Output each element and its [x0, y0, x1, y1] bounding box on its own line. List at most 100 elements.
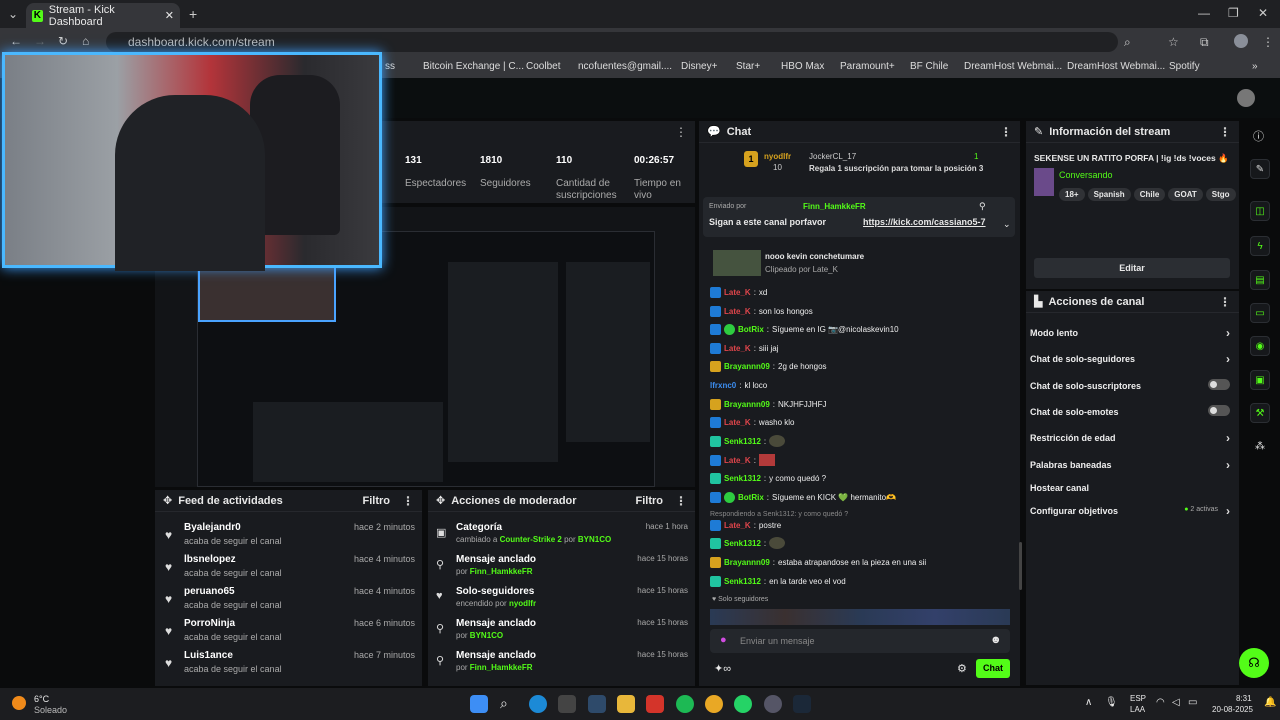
weather-temp[interactable]: 6°C: [34, 694, 49, 704]
clip-title[interactable]: nooo kevin conchetumare: [765, 252, 864, 261]
chrome-icon[interactable]: [705, 695, 723, 713]
steam-icon[interactable]: [793, 695, 811, 713]
user-avatar[interactable]: [1237, 89, 1255, 107]
subscribers-only-row[interactable]: Chat de solo-suscriptores: [1030, 379, 1230, 391]
forward-icon[interactable]: →: [34, 34, 46, 48]
chat-message[interactable]: Senk1312: y como quedó ?: [710, 471, 826, 485]
pin-icon[interactable]: ⚲: [979, 201, 986, 212]
chat-message[interactable]: Senk1312: en la tarde veo el vod: [710, 574, 846, 588]
chat-menu-icon[interactable]: ⋮: [1000, 125, 1012, 139]
chat-message[interactable]: BotRix: Sígueme en KICK 💚 hermanito🫶: [710, 490, 896, 504]
window-close-icon[interactable]: ✕: [1258, 6, 1268, 20]
mod-filter-button[interactable]: Filtro: [636, 495, 664, 507]
age-restriction-row[interactable]: Restricción de edad ›: [1030, 431, 1230, 445]
reload-icon[interactable]: ↻: [58, 34, 68, 48]
chat-icon[interactable]: ▭: [1250, 303, 1270, 323]
star-icon[interactable]: ☆: [1168, 35, 1179, 49]
chat-message[interactable]: Late_K: son los hongos: [710, 304, 813, 318]
office-icon[interactable]: [646, 695, 664, 713]
host-channel-row[interactable]: Hostear canal: [1030, 483, 1230, 493]
clock-time[interactable]: 8:31: [1236, 694, 1252, 703]
menu-icon[interactable]: ⋮: [1262, 35, 1274, 49]
minimize-icon[interactable]: —: [1198, 6, 1210, 20]
more-icon[interactable]: ⁂: [1255, 441, 1265, 452]
wifi-icon[interactable]: ◠: [1156, 697, 1165, 708]
home-icon[interactable]: ⌂: [82, 34, 89, 48]
bookmark-item[interactable]: DreamHost Webmai...: [1067, 61, 1165, 72]
edit-icon[interactable]: ✎: [1250, 159, 1270, 179]
tab-list-icon[interactable]: ⌄: [8, 7, 18, 21]
emotes-only-row[interactable]: Chat de solo-emotes: [1030, 405, 1230, 417]
feed-filter-button[interactable]: Filtro: [363, 495, 391, 507]
profile-avatar[interactable]: [1234, 34, 1248, 48]
bookmark-item[interactable]: Disney+: [681, 61, 717, 72]
emoji-icon[interactable]: ☻: [990, 634, 1002, 646]
chat-message[interactable]: Late_K: xd: [710, 285, 767, 299]
help-icon[interactable]: ☊: [1239, 648, 1269, 678]
start-icon[interactable]: [470, 695, 488, 713]
channel-menu-icon[interactable]: ⋮: [1219, 295, 1231, 309]
browser-tab[interactable]: K Stream - Kick Dashboard ✕: [26, 3, 180, 28]
infinity-icon[interactable]: ✦∞: [714, 662, 731, 675]
bookmark-item[interactable]: ss: [385, 61, 395, 72]
gift-cta[interactable]: Regala 1 suscripción para tomar la posic…: [809, 164, 983, 173]
subscribers-only-toggle[interactable]: [1208, 379, 1230, 390]
chat-input[interactable]: ● Enviar un mensaje ☻: [710, 629, 1010, 653]
more-bookmarks-icon[interactable]: »: [1252, 61, 1258, 72]
chat-message[interactable]: lfrxnc0: kl loco: [710, 378, 767, 392]
volume-icon[interactable]: ◁: [1172, 697, 1180, 708]
bookmark-item[interactable]: HBO Max: [781, 61, 824, 72]
info-icon[interactable]: ⓘ: [1253, 128, 1264, 144]
chat-message[interactable]: Brayannn09: estaba atrapandose en la piez…: [710, 555, 926, 569]
url-bar[interactable]: dashboard.kick.com/stream: [106, 32, 1118, 52]
close-tab-icon[interactable]: ✕: [165, 9, 174, 22]
chat-scrollbar[interactable]: [1019, 542, 1022, 590]
lightning-icon[interactable]: ϟ: [1250, 236, 1270, 256]
wrench-icon[interactable]: ⚒: [1250, 403, 1270, 423]
bookmark-item[interactable]: DreamHost Webmai...: [964, 61, 1062, 72]
camera-icon[interactable]: ◫: [1250, 201, 1270, 221]
chat-message[interactable]: Late_K: siii jaj: [710, 341, 778, 355]
bookmark-item[interactable]: ncofuentes@gmail....: [578, 61, 672, 72]
folder-icon[interactable]: [617, 695, 635, 713]
pinned-link[interactable]: https://kick.com/cassiano5-7: [863, 217, 986, 227]
category-name[interactable]: Conversando: [1059, 170, 1113, 180]
chat-message[interactable]: Late_K: washo klo: [710, 415, 795, 429]
edit-button[interactable]: Editar: [1034, 258, 1230, 278]
chat-message[interactable]: Brayannn09: NKJHFJJHFJ: [710, 397, 826, 411]
chat-message[interactable]: BotRix: Sígueme en IG 📷@nicolaskevin10: [710, 322, 899, 336]
clip-thumbnail[interactable]: [713, 250, 761, 276]
mic-tray-icon[interactable]: 🎙: [1105, 697, 1118, 708]
bookmark-item[interactable]: Spotify: [1169, 61, 1200, 72]
app2-icon[interactable]: [764, 695, 782, 713]
chevron-down-icon[interactable]: ⌄: [1003, 219, 1011, 230]
spotify-icon[interactable]: [676, 695, 694, 713]
goals-row[interactable]: Configurar objetivos ● 2 activas ›: [1030, 504, 1230, 518]
back-icon[interactable]: ←: [10, 34, 22, 48]
shield-icon[interactable]: ▣: [1250, 370, 1270, 390]
chat-message[interactable]: Brayannn09:2g de hongos: [710, 359, 827, 373]
maximize-icon[interactable]: ❐: [1228, 6, 1239, 20]
clipboard-icon[interactable]: ▤: [1250, 270, 1270, 290]
send-chat-button[interactable]: Chat: [976, 659, 1010, 678]
bookmark-item[interactable]: Paramount+: [840, 61, 895, 72]
bookmark-item[interactable]: Bitcoin Exchange | C...: [423, 61, 524, 72]
stats-menu-icon[interactable]: ⋮: [675, 125, 687, 139]
app-icon[interactable]: [588, 695, 606, 713]
feed-menu-icon[interactable]: ⋮: [402, 494, 414, 508]
bookmark-item[interactable]: Star+: [736, 61, 760, 72]
emotes-only-toggle[interactable]: [1208, 405, 1230, 416]
chat-message[interactable]: Late_K: postre: [710, 518, 781, 532]
bookmark-item[interactable]: Coolbet: [526, 61, 560, 72]
slow-mode-row[interactable]: Modo lento ›: [1030, 326, 1230, 340]
chat-message[interactable]: Senk1312:: [710, 434, 786, 448]
gift-user[interactable]: JockerCL_17: [809, 152, 856, 161]
search-icon[interactable]: ⌕: [500, 695, 508, 712]
chat-message[interactable]: Late_K:: [710, 453, 775, 467]
language-indicator[interactable]: ESP: [1130, 694, 1146, 703]
banned-words-row[interactable]: Palabras baneadas ›: [1030, 458, 1230, 472]
bookmark-item[interactable]: BF Chile: [910, 61, 948, 72]
followers-only-row[interactable]: Chat de solo-seguidores ›: [1030, 352, 1230, 366]
extensions-icon[interactable]: ⧉: [1200, 35, 1209, 50]
whatsapp-icon[interactable]: [734, 695, 752, 713]
